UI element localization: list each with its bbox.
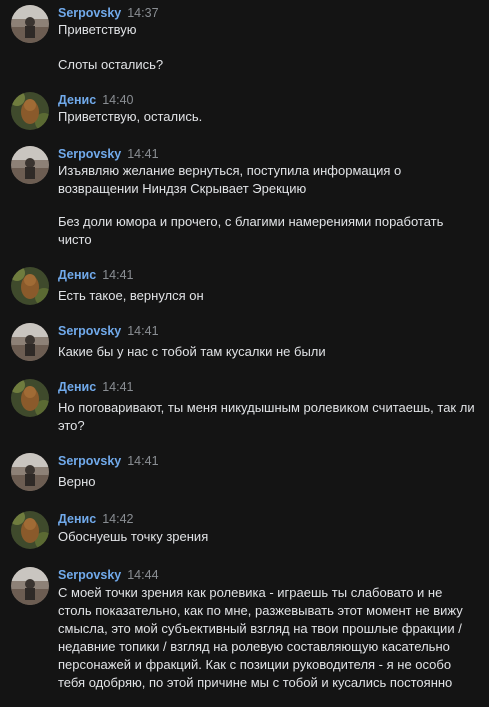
message-author[interactable]: Serpovsky	[58, 6, 121, 20]
avatar-serpovsky[interactable]	[11, 146, 49, 184]
message-text: Без доли юмора и прочего, с благими наме…	[58, 214, 444, 247]
message-time[interactable]: 14:40	[102, 93, 133, 107]
message-time[interactable]: 14:41	[127, 324, 158, 338]
message-time[interactable]: 14:41	[102, 380, 133, 394]
message-time[interactable]: 14:44	[127, 568, 158, 582]
avatar-denis[interactable]	[11, 511, 49, 549]
avatar-serpovsky[interactable]	[11, 567, 49, 605]
message-author[interactable]: Serpovsky	[58, 454, 121, 468]
avatar-denis[interactable]	[11, 92, 49, 130]
message-time[interactable]: 14:41	[127, 147, 158, 161]
message-time[interactable]: 14:41	[102, 268, 133, 282]
message-author[interactable]: Serpovsky	[58, 568, 121, 582]
avatar-serpovsky[interactable]	[11, 453, 49, 491]
message-text: Есть такое, вернулся он	[58, 288, 204, 303]
message-author[interactable]: Serpovsky	[58, 324, 121, 338]
message-author[interactable]: Денис	[58, 268, 96, 282]
message-time[interactable]: 14:37	[127, 6, 158, 20]
message-author[interactable]: Денис	[58, 93, 96, 107]
message-author[interactable]: Денис	[58, 512, 96, 526]
avatar-denis[interactable]	[11, 379, 49, 417]
message-text: С моей точки зрения как ролевика - играе…	[58, 585, 463, 690]
chat-history: Serpovsky 14:37 Приветствую Слоты осталис…	[0, 0, 489, 707]
message-author[interactable]: Денис	[58, 380, 96, 394]
message-text: Верно	[58, 474, 96, 489]
message-text: Изъявляю желание вернуться, поступила ин…	[58, 163, 402, 196]
message-text: Приветствую, остались.	[58, 109, 203, 124]
message-text: Какие бы у нас с тобой там кусалки не бы…	[58, 344, 326, 359]
message-text: Обоснуешь точку зрения	[58, 529, 209, 544]
message-author[interactable]: Serpovsky	[58, 147, 121, 161]
message-text: Но поговаривают, ты меня никудышным роле…	[58, 400, 475, 433]
avatar-denis[interactable]	[11, 267, 49, 305]
avatar-serpovsky[interactable]	[11, 5, 49, 43]
avatar-serpovsky[interactable]	[11, 323, 49, 361]
message-text: Приветствую	[58, 22, 137, 37]
message-time[interactable]: 14:41	[127, 454, 158, 468]
message-time[interactable]: 14:42	[102, 512, 133, 526]
message-text: Слоты остались?	[58, 57, 164, 72]
